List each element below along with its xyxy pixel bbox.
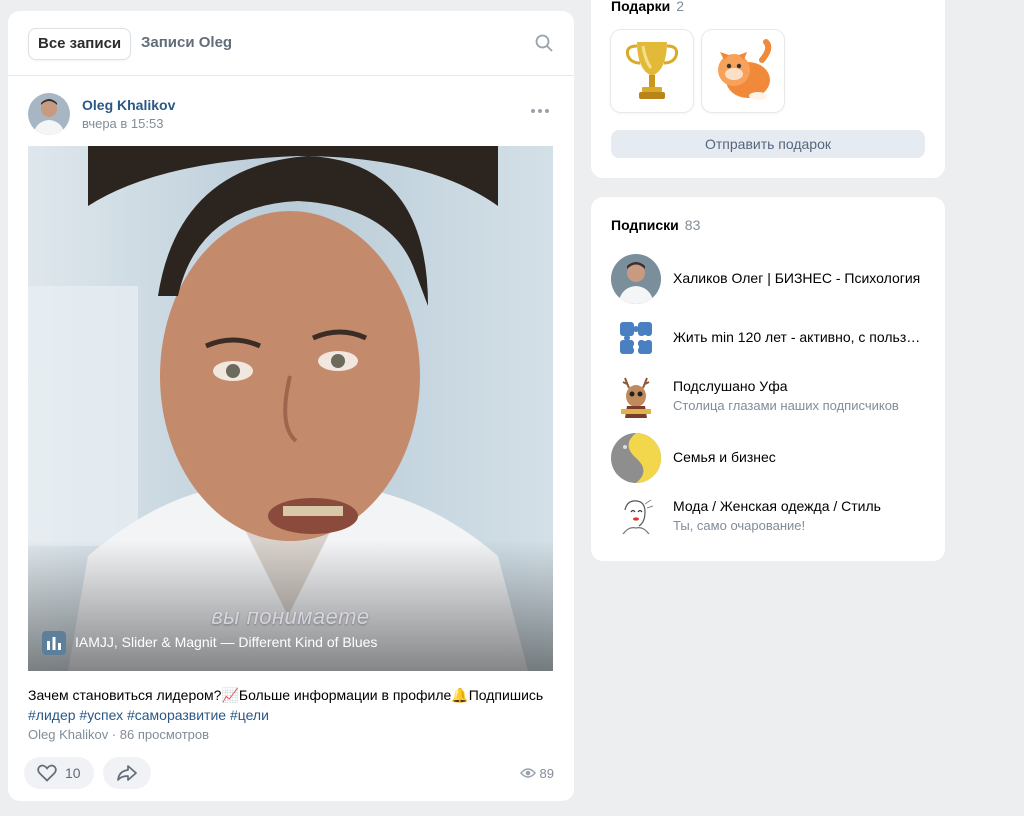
community-avatar <box>611 433 661 483</box>
post-time[interactable]: вчера в 15:53 <box>82 116 163 131</box>
send-gift-button[interactable]: Отправить подарок <box>611 130 925 158</box>
subscriptions-title: Подписки <box>611 217 679 233</box>
views-counter: 89 <box>519 766 554 781</box>
subscription-item[interactable]: Подслушано Уфа Столица глазами наших под… <box>611 372 931 422</box>
cat-icon <box>718 39 772 100</box>
subscriptions-card: Подписки 83 Халиков Олег | БИЗНЕС - Психо… <box>591 197 945 561</box>
post-meta: Oleg Khalikov · 86 просмотров <box>28 727 210 742</box>
gift-item[interactable] <box>702 30 784 112</box>
music-title: IAMJJ, Slider & Magnit — Different Kind … <box>75 634 378 650</box>
subscriptions-count: 83 <box>684 217 701 233</box>
music-cover-icon <box>42 631 66 655</box>
views-count: 89 <box>539 766 554 781</box>
subscription-description: Ты, само очарование! <box>673 518 806 533</box>
gifts-card: Подарки 2 Отправить подарок <box>591 0 945 178</box>
post-author[interactable]: Oleg Khalikov <box>82 97 175 113</box>
subscription-item[interactable]: Семья и бизнес <box>611 433 931 483</box>
video-frame <box>28 146 553 671</box>
community-avatar <box>611 313 661 363</box>
subscription-name: Жить min 120 лет - активно, с польз… <box>673 329 921 345</box>
share-button[interactable] <box>103 757 151 789</box>
trophy-icon <box>625 42 679 99</box>
gifts-title: Подарки <box>611 0 671 14</box>
subscription-item[interactable]: Жить min 120 лет - активно, с польз… <box>611 313 931 363</box>
wall-card: Все записи Записи Oleg Oleg Khalikov вче… <box>8 11 574 801</box>
community-avatar <box>611 372 661 422</box>
subscription-name: Семья и бизнес <box>673 449 776 465</box>
subscriptions-header[interactable]: Подписки 83 <box>611 217 700 233</box>
tab-owner-posts[interactable]: Записи Oleg <box>132 28 241 58</box>
post-caption: Зачем становиться лидером?📈Больше информ… <box>28 687 544 703</box>
subscription-description: Столица глазами наших подписчиков <box>673 398 899 413</box>
post-hashtags[interactable]: #лидер #успех #саморазвитие #цели <box>28 705 558 725</box>
gift-item[interactable] <box>611 30 693 112</box>
heart-icon <box>37 764 57 782</box>
community-avatar <box>611 492 661 542</box>
eye-icon <box>519 768 536 778</box>
post-text: Зачем становиться лидером?📈Больше информ… <box>28 685 558 725</box>
subscription-name: Подслушано Уфа <box>673 378 788 394</box>
subscription-item[interactable]: Халиков Олег | БИЗНЕС - Психология <box>611 254 931 304</box>
subscription-name: Мода / Женская одежда / Стиль <box>673 498 881 514</box>
gifts-header[interactable]: Подарки 2 <box>611 0 684 14</box>
community-avatar <box>611 254 661 304</box>
tab-all-posts[interactable]: Все записи <box>28 28 132 60</box>
post-header: Oleg Khalikov вчера в 15:53 <box>28 93 554 137</box>
like-count: 10 <box>65 765 81 781</box>
author-avatar[interactable] <box>28 93 70 135</box>
share-icon <box>117 765 137 781</box>
video-subtitle: вы понимаете <box>211 604 370 629</box>
gifts-count: 2 <box>676 0 685 14</box>
subscription-item[interactable]: Мода / Женская одежда / Стиль Ты, само о… <box>611 492 931 542</box>
more-icon[interactable] <box>530 107 550 115</box>
search-icon[interactable] <box>534 33 554 53</box>
subscription-name: Халиков Олег | БИЗНЕС - Психология <box>673 270 921 286</box>
wall-tabs: Все записи Записи Oleg <box>8 11 574 76</box>
post-video[interactable]: вы понимаете IAMJJ, Slider & Magnit — Di… <box>28 146 553 671</box>
like-button[interactable]: 10 <box>24 757 94 789</box>
